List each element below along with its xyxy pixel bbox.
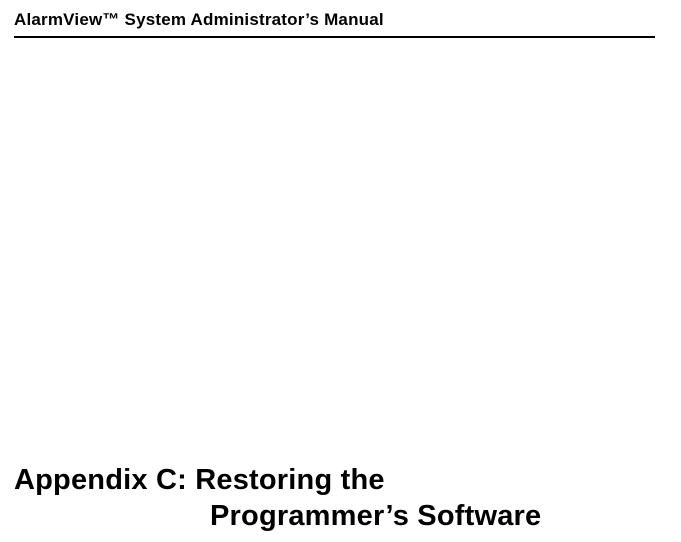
appendix-heading-line-2: Programmer’s Software	[14, 498, 655, 534]
running-header: AlarmView™ System Administrator’s Manual	[14, 10, 655, 34]
appendix-heading-line-1: Appendix C: Restoring the	[14, 462, 655, 498]
document-page: AlarmView™ System Administrator’s Manual…	[0, 0, 681, 542]
header-divider	[14, 36, 655, 38]
appendix-heading: Appendix C: Restoring the Programmer’s S…	[14, 462, 655, 535]
